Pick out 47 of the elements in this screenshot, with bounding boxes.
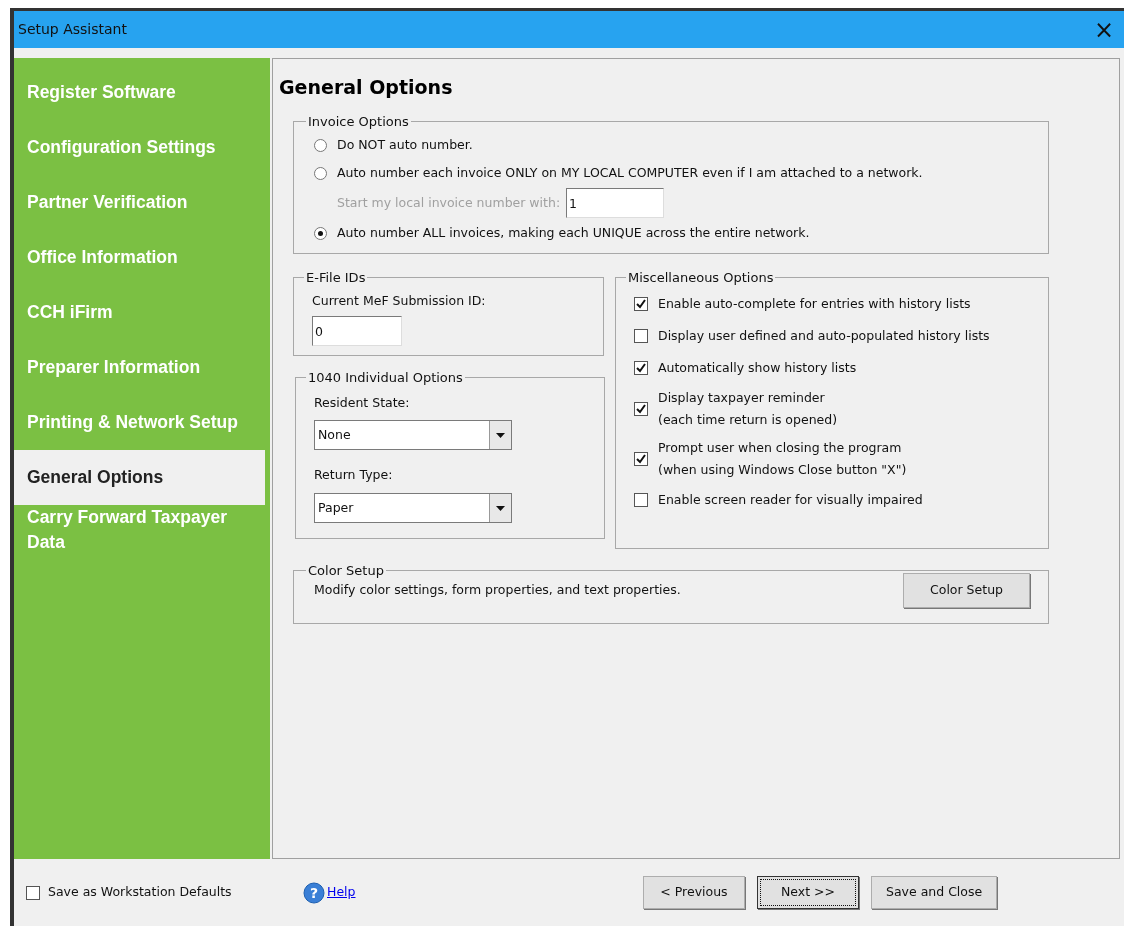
- checkbox-label: Automatically show history lists: [658, 358, 857, 377]
- checkbox-note: (when using Windows Close button "X"): [658, 460, 907, 479]
- checkbox[interactable]: [634, 296, 648, 311]
- group-label: Color Setup: [307, 562, 385, 580]
- footer-button[interactable]: Save and Close: [871, 876, 998, 909]
- group-label: E-File IDs: [305, 269, 367, 287]
- group-label: Invoice Options: [307, 112, 410, 131]
- radio-button[interactable]: [314, 166, 327, 180]
- checkbox-note: (each time return is opened): [658, 410, 838, 429]
- dropdown[interactable]: Paper: [314, 493, 512, 523]
- footer-button[interactable]: < Previous: [643, 876, 745, 909]
- checkbox-label: Enable screen reader for visually impaired: [658, 490, 923, 509]
- group-label: 1040 Individual Options: [307, 369, 464, 387]
- checkbox-label: Display user defined and auto-populated history lists: [658, 326, 990, 345]
- radio-button[interactable]: [314, 138, 327, 152]
- checkbox-label: Save as Workstation Defaults: [48, 883, 232, 902]
- checkbox[interactable]: [26, 885, 40, 900]
- help-link[interactable]: Help: [327, 883, 356, 902]
- close-button[interactable]: ×: [1089, 17, 1118, 42]
- field-label: Current MeF Submission ID:: [312, 291, 487, 310]
- window-title: Setup Assistant: [18, 20, 127, 39]
- page-title: General Options: [279, 75, 454, 100]
- color-setup-description: Modify color settings, form properties, and text properties.: [314, 580, 681, 599]
- color-setup-button[interactable]: Color Setup: [903, 572, 1030, 608]
- group-label: Miscellaneous Options: [627, 269, 775, 287]
- dropdown-arrow-icon: [496, 432, 505, 438]
- footer-button[interactable]: Next >>: [757, 876, 859, 909]
- checkbox-label: Enable auto-complete for entries with history lists: [658, 294, 971, 313]
- help-icon: ?: [303, 881, 325, 904]
- checkbox-label: Prompt user when closing the program: [658, 438, 903, 457]
- checkbox[interactable]: [634, 451, 648, 466]
- radio-label: Do NOT auto number.: [337, 135, 473, 154]
- field-label: Resident State:: [314, 393, 411, 412]
- checkbox[interactable]: [634, 328, 648, 343]
- field-label: Start my local invoice number with:: [337, 193, 561, 212]
- checkbox-label: Display taxpayer reminder: [658, 388, 826, 407]
- text-field[interactable]: 0: [312, 316, 402, 347]
- checkbox[interactable]: [634, 401, 648, 416]
- radio-label: Auto number each invoice ONLY on MY LOCAL COMPUTER even if I am attached to a network.: [337, 163, 923, 182]
- sidebar-item[interactable]: General Options: [14, 450, 265, 505]
- radio-button[interactable]: [314, 226, 327, 240]
- checkbox[interactable]: [634, 360, 648, 375]
- checkbox[interactable]: [634, 492, 648, 507]
- field-label: Return Type:: [314, 466, 394, 485]
- radio-label: Auto number ALL invoices, making each UNIQUE across the entire network.: [337, 223, 810, 242]
- dropdown-arrow-icon: [496, 505, 505, 511]
- dropdown[interactable]: None: [314, 420, 512, 451]
